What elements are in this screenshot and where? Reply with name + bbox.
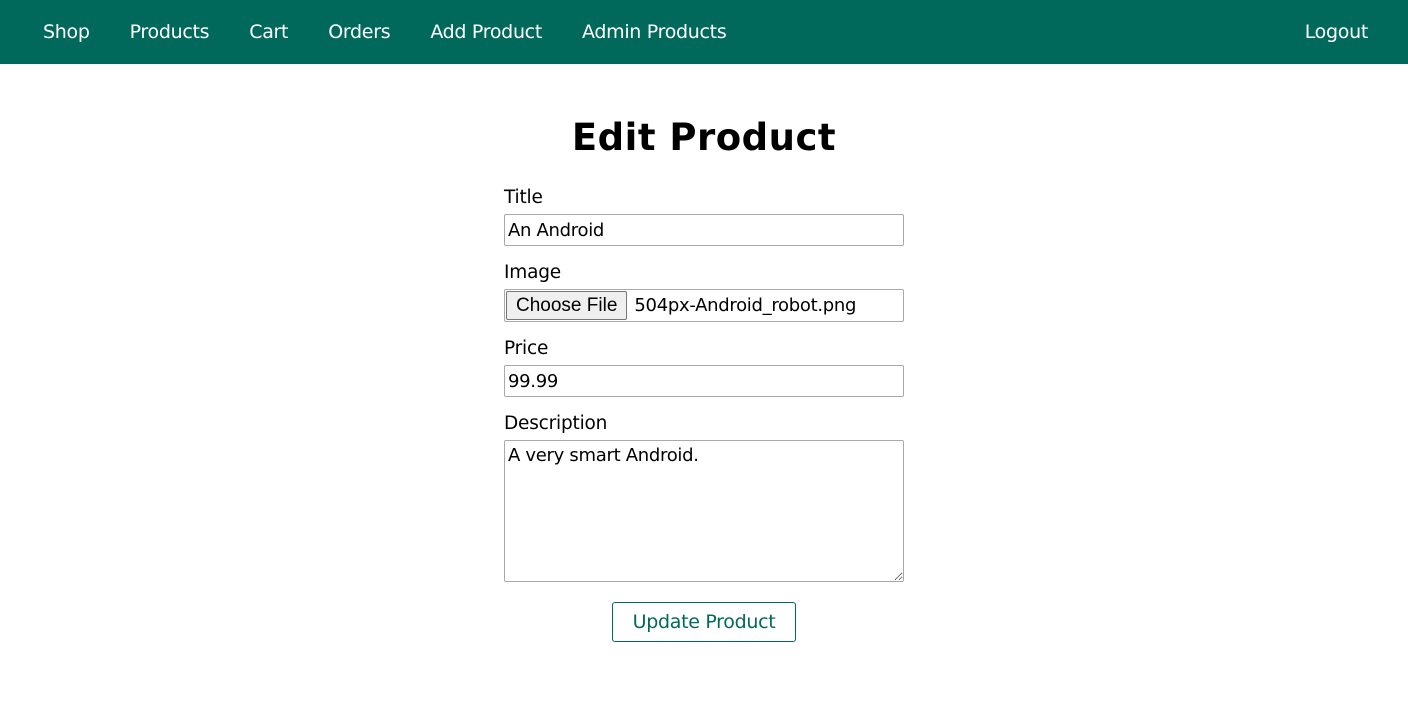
description-textarea[interactable]: A very smart Android. [504, 440, 904, 582]
title-input[interactable] [504, 214, 904, 246]
main-header: Shop Products Cart Orders Add Product Ad… [0, 0, 1408, 64]
nav-item-orders: Orders [328, 21, 390, 43]
nav-list: Shop Products Cart Orders Add Product Ad… [43, 21, 766, 43]
nav-link-orders[interactable]: Orders [328, 21, 390, 43]
nav-item-shop: Shop [43, 21, 90, 43]
image-file-input[interactable]: Choose File 504px-Android_robot.png [504, 289, 904, 322]
nav-link-add-product[interactable]: Add Product [430, 21, 542, 43]
edit-product-form: Title Image Choose File 504px-Android_ro… [504, 187, 904, 642]
price-label: Price [504, 338, 549, 359]
nav-link-admin-products[interactable]: Admin Products [582, 21, 727, 43]
nav-item-products: Products [130, 21, 210, 43]
title-control: Title [504, 187, 904, 246]
nav-item-admin-products: Admin Products [582, 21, 727, 43]
price-input[interactable] [504, 365, 904, 397]
logout-button[interactable]: Logout [1305, 21, 1369, 43]
nav-item-add-product: Add Product [430, 21, 542, 43]
submit-row: Update Product [504, 602, 904, 642]
description-control: Description A very smart Android. [504, 413, 904, 582]
description-label: Description [504, 413, 608, 434]
image-label: Image [504, 262, 561, 283]
price-control: Price [504, 338, 904, 397]
nav-link-products[interactable]: Products [130, 21, 210, 43]
title-label: Title [504, 187, 543, 208]
image-control: Image Choose File 504px-Android_robot.pn… [504, 262, 904, 322]
nav-item-cart: Cart [249, 21, 288, 43]
update-product-button[interactable]: Update Product [611, 602, 797, 642]
nav-link-shop[interactable]: Shop [43, 21, 90, 43]
main-nav: Shop Products Cart Orders Add Product Ad… [43, 21, 766, 43]
choose-file-button[interactable]: Choose File [506, 291, 628, 320]
nav-link-cart[interactable]: Cart [249, 21, 288, 43]
main-content: Edit Product Title Image Choose File 504… [0, 116, 1408, 642]
selected-file-name: 504px-Android_robot.png [634, 295, 857, 316]
page-title: Edit Product [571, 116, 837, 159]
